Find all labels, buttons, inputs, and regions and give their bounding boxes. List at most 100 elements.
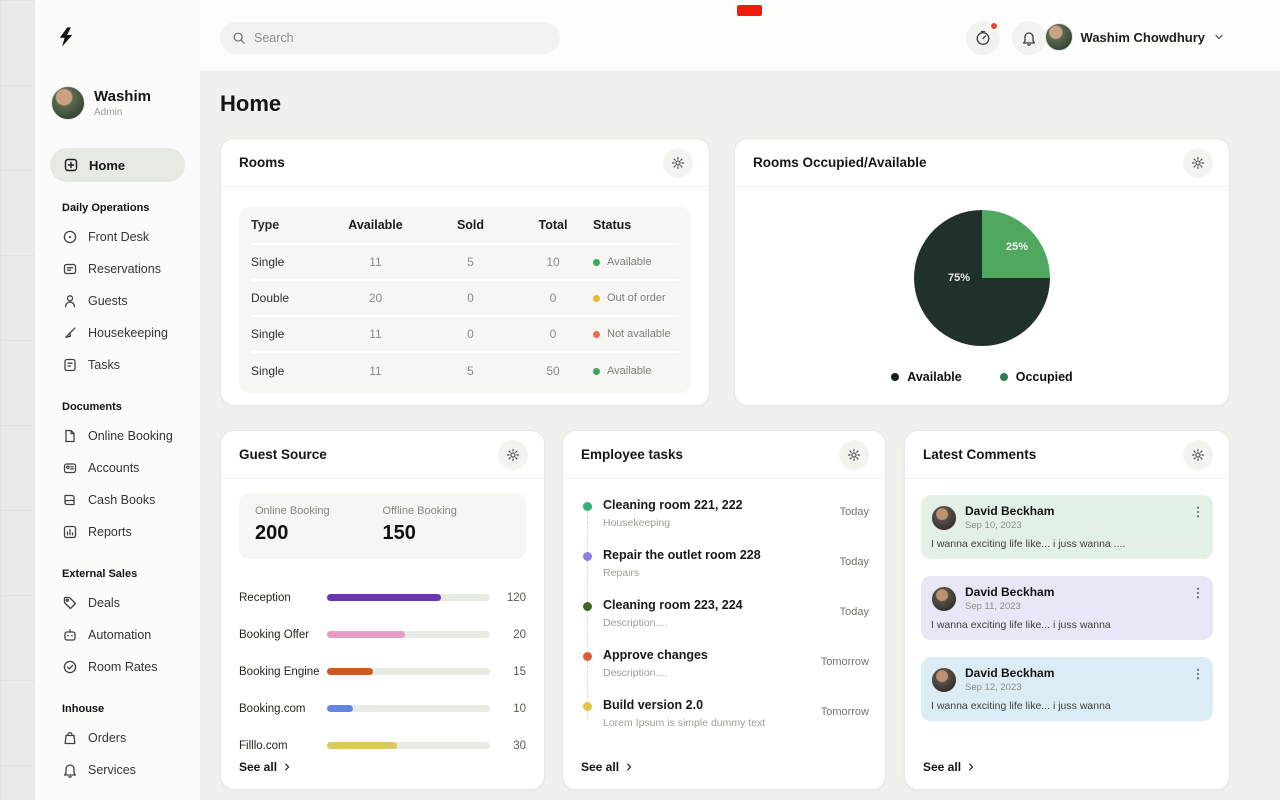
sidebar-item-label: Automation bbox=[88, 628, 151, 642]
legend-label: Available bbox=[907, 370, 961, 384]
occupancy-pie-chart: 25% 75% bbox=[914, 210, 1050, 346]
kebab-icon bbox=[1191, 667, 1205, 681]
reservations-icon bbox=[62, 261, 78, 277]
sidebar-item-label: Room Rates bbox=[88, 660, 157, 674]
comments-see-all-link[interactable]: See all bbox=[923, 760, 976, 774]
task-dot bbox=[583, 652, 592, 661]
pie-slice-label: 75% bbox=[948, 272, 970, 284]
kebab-menu-button[interactable] bbox=[1191, 586, 1205, 600]
sidebar-item-label: Accounts bbox=[88, 461, 139, 475]
sidebar-item-cash-books[interactable]: Cash Books bbox=[35, 484, 200, 516]
room-type: Single bbox=[251, 255, 323, 269]
see-all-label: See all bbox=[239, 760, 277, 774]
tasks-see-all-link[interactable]: See all bbox=[581, 760, 634, 774]
list-item: Approve changes Description.... Tomorrow bbox=[583, 648, 869, 698]
chevron-right-icon bbox=[624, 762, 634, 772]
sidebar-item-reservations[interactable]: Reservations bbox=[35, 253, 200, 285]
kebab-menu-button[interactable] bbox=[1191, 505, 1205, 519]
sidebar-item-label: Home bbox=[89, 158, 125, 173]
task-subtitle: Lorem Ipsum is simple dummy text bbox=[603, 717, 821, 729]
sidebar-item-room-rates[interactable]: Room Rates bbox=[35, 651, 200, 683]
sidebar-item-accounts[interactable]: Accounts bbox=[35, 452, 200, 484]
sidebar-item-front-desk[interactable]: Front Desk bbox=[35, 221, 200, 253]
room-sold: 0 bbox=[428, 291, 513, 305]
comment-text: I wanna exciting life like... i juss wan… bbox=[931, 538, 1203, 550]
gear-icon bbox=[1191, 448, 1205, 462]
sidebar-item-housekeeping[interactable]: Housekeeping bbox=[35, 317, 200, 349]
status-dot bbox=[593, 295, 600, 302]
guest-source-see-all-link[interactable]: See all bbox=[239, 760, 292, 774]
table-row: Single 11 0 0 Not available bbox=[251, 317, 679, 353]
room-total: 10 bbox=[513, 255, 593, 269]
list-item: David Beckham Sep 10, 2023 I wanna excit… bbox=[921, 495, 1213, 559]
room-available: 11 bbox=[323, 364, 428, 378]
sidebar-item-reports[interactable]: Reports bbox=[35, 516, 200, 548]
room-available: 11 bbox=[323, 327, 428, 341]
front-desk-icon bbox=[62, 229, 78, 245]
sidebar-section-documents: Documents bbox=[62, 401, 200, 413]
task-title: Build version 2.0 bbox=[603, 698, 821, 712]
room-available: 11 bbox=[323, 255, 428, 269]
sidebar-item-label: Tasks bbox=[88, 358, 120, 372]
see-all-label: See all bbox=[923, 760, 961, 774]
kebab-menu-button[interactable] bbox=[1191, 667, 1205, 681]
comments-list: David Beckham Sep 10, 2023 I wanna excit… bbox=[921, 495, 1213, 721]
task-title: Repair the outlet room 228 bbox=[603, 548, 840, 562]
sidebar-item-orders[interactable]: Orders bbox=[35, 722, 200, 754]
latest-comments-card-title: Latest Comments bbox=[923, 447, 1036, 462]
bar-label: Booking Engine bbox=[239, 666, 327, 678]
sidebar-item-deals[interactable]: Deals bbox=[35, 587, 200, 619]
guest-source-card: Guest Source Online Booking 200 Offline … bbox=[220, 430, 545, 790]
bar-row: Reception 120 bbox=[239, 579, 526, 616]
room-total: 50 bbox=[513, 364, 593, 378]
status-dot bbox=[593, 368, 600, 375]
task-due: Tomorrow bbox=[821, 698, 869, 718]
search-bar[interactable] bbox=[220, 22, 560, 54]
task-title: Cleaning room 221, 222 bbox=[603, 498, 840, 512]
tasks-settings-button[interactable] bbox=[839, 440, 869, 470]
automation-icon bbox=[62, 627, 78, 643]
bar-fill bbox=[327, 631, 405, 638]
status-badge: Available bbox=[593, 365, 679, 377]
room-available: 20 bbox=[323, 291, 428, 305]
bar-value: 30 bbox=[502, 740, 526, 752]
deals-icon bbox=[62, 595, 78, 611]
reports-icon bbox=[62, 524, 78, 540]
rooms-card-title: Rooms bbox=[239, 155, 285, 170]
task-due: Today bbox=[840, 548, 869, 568]
room-total: 0 bbox=[513, 291, 593, 305]
notifications-button[interactable] bbox=[1012, 21, 1046, 55]
sidebar-item-services[interactable]: Services bbox=[35, 754, 200, 786]
comments-settings-button[interactable] bbox=[1183, 440, 1213, 470]
recording-indicator bbox=[737, 5, 762, 16]
user-avatar bbox=[1045, 23, 1073, 51]
kebab-icon bbox=[1191, 586, 1205, 600]
online-booking-icon bbox=[62, 428, 78, 444]
user-menu[interactable]: Washim Chowdhury bbox=[1045, 19, 1225, 55]
occupancy-settings-button[interactable] bbox=[1183, 148, 1213, 178]
sidebar-item-home[interactable]: Home bbox=[50, 148, 185, 182]
legend-item-available: Available bbox=[891, 370, 961, 384]
rooms-settings-button[interactable] bbox=[663, 148, 693, 178]
sidebar-item-label: Cash Books bbox=[88, 493, 155, 507]
bar-track bbox=[327, 705, 490, 712]
page-title: Home bbox=[220, 91, 281, 117]
list-item: Repair the outlet room 228 Repairs Today bbox=[583, 548, 869, 598]
search-input[interactable] bbox=[254, 31, 548, 45]
timer-button[interactable] bbox=[966, 21, 1000, 55]
bar-track bbox=[327, 742, 490, 749]
task-due: Today bbox=[840, 598, 869, 618]
bar-value: 20 bbox=[502, 629, 526, 641]
sidebar-item-tasks[interactable]: Tasks bbox=[35, 349, 200, 381]
list-item: Build version 2.0 Lorem Ipsum is simple … bbox=[583, 698, 869, 748]
sidebar-item-online-booking[interactable]: Online Booking bbox=[35, 420, 200, 452]
task-subtitle: Housekeeping bbox=[603, 517, 840, 529]
summary-label: Offline Booking bbox=[383, 505, 511, 517]
guest-source-settings-button[interactable] bbox=[498, 440, 528, 470]
sidebar-profile: Washim Admin bbox=[51, 86, 200, 120]
sidebar-item-label: Reports bbox=[88, 525, 132, 539]
sidebar-item-automation[interactable]: Automation bbox=[35, 619, 200, 651]
task-dot bbox=[583, 602, 592, 611]
room-sold: 0 bbox=[428, 327, 513, 341]
sidebar-item-guests[interactable]: Guests bbox=[35, 285, 200, 317]
